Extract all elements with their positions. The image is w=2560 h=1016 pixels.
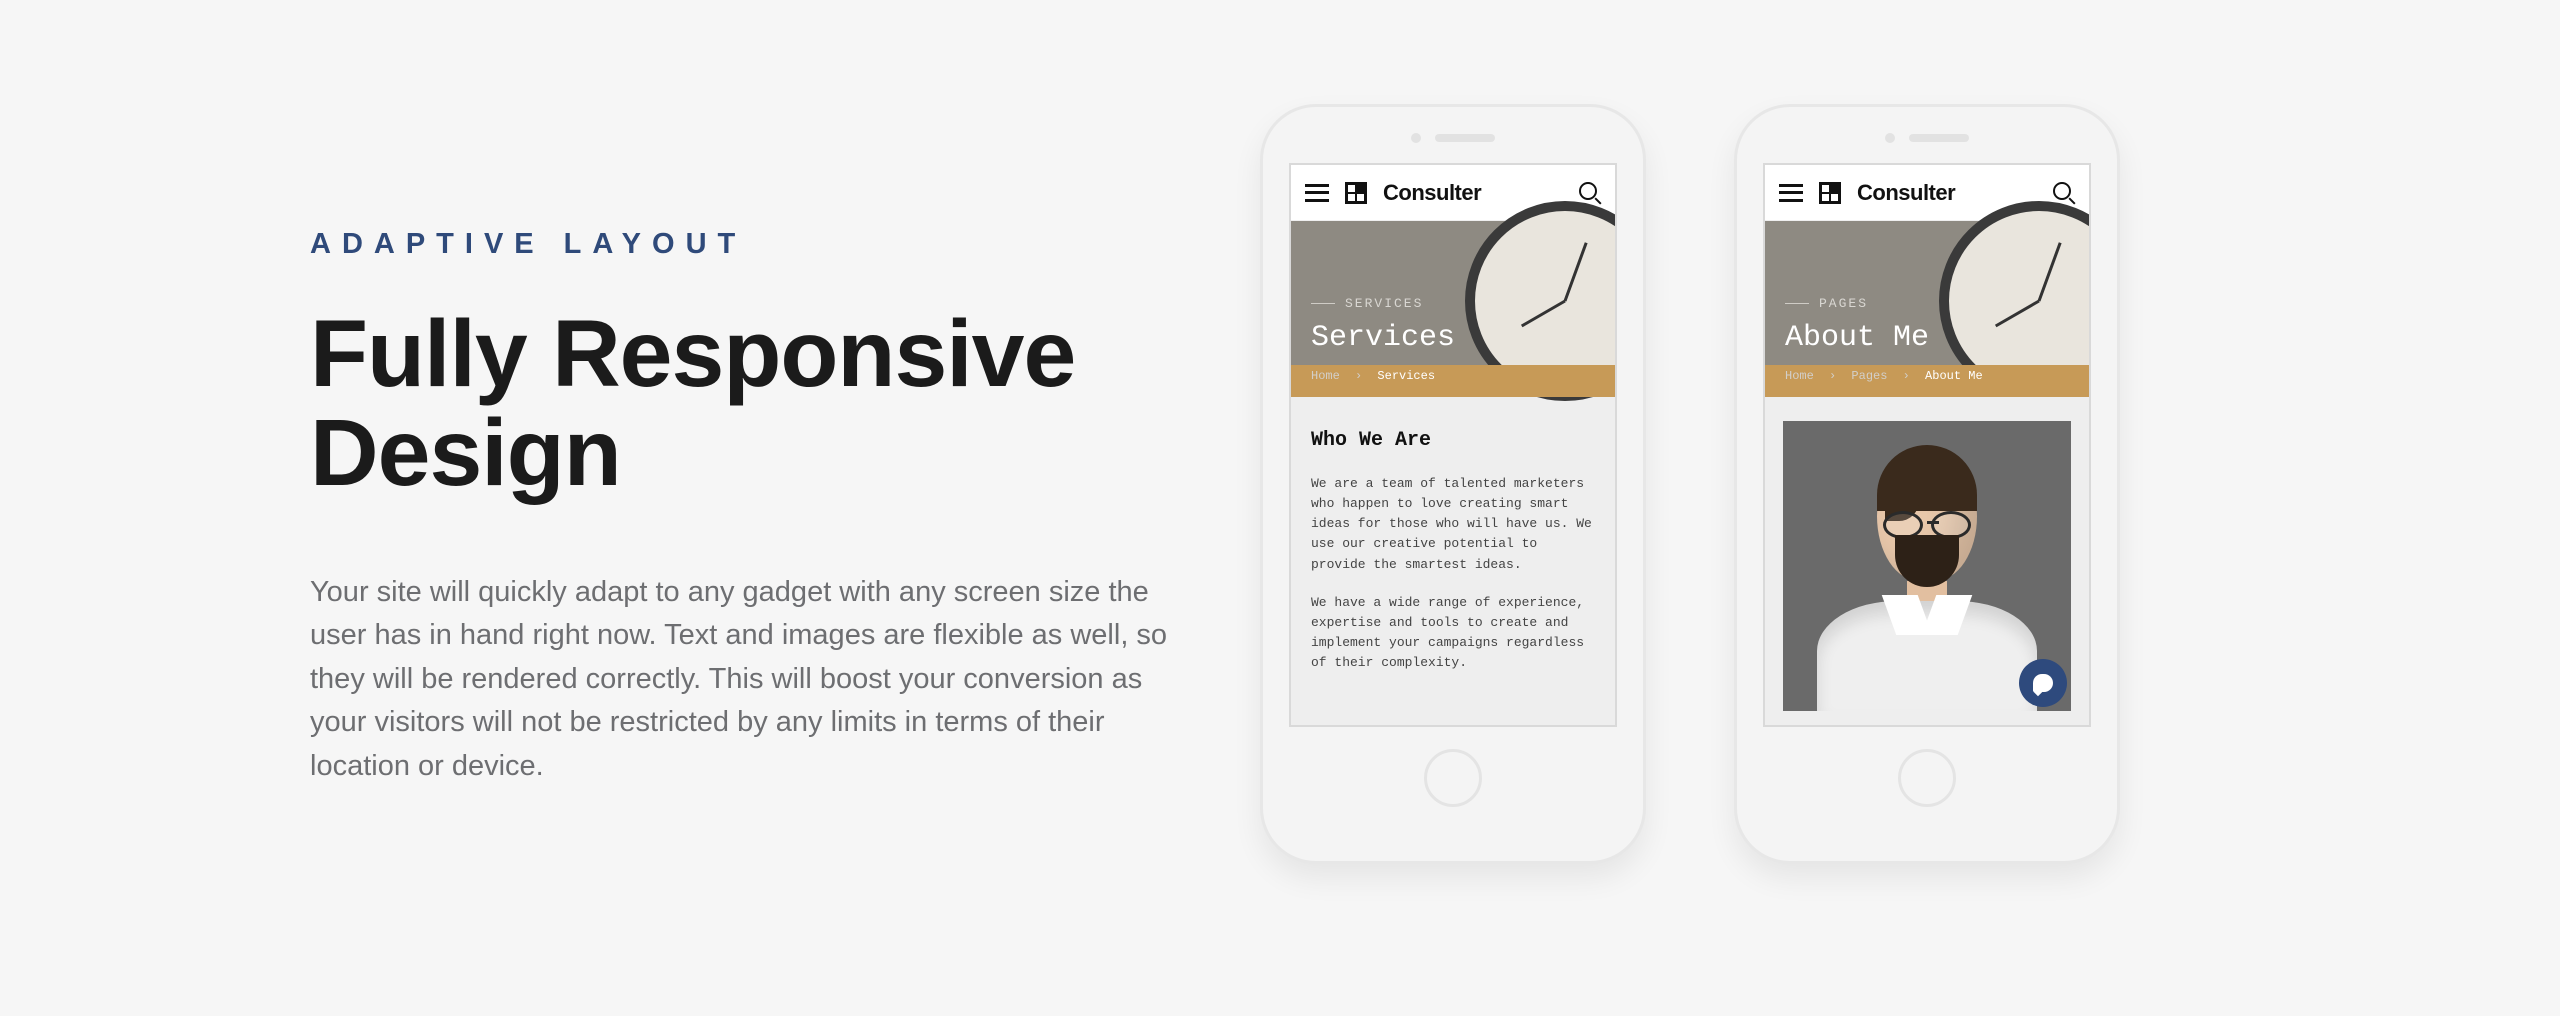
hero-title: Services: [1311, 321, 1595, 355]
crumb-home[interactable]: Home: [1785, 369, 1814, 383]
home-button[interactable]: [1898, 749, 1956, 807]
section-heading: Fully Responsive Design: [310, 305, 1210, 503]
phone-mockup-about: Consulter PAGES About Me Home › Pages ›: [1734, 104, 2120, 864]
content-area: [1765, 397, 2089, 725]
hero-banner: PAGES About Me Home › Pages › About Me: [1765, 221, 2089, 397]
phone-screen: Consulter PAGES About Me Home › Pages ›: [1763, 163, 2091, 727]
search-icon[interactable]: [1579, 182, 1601, 204]
person-illustration: [1817, 461, 2037, 711]
crumb-current: About Me: [1925, 369, 1983, 383]
content-para-1: We are a team of talented marketers who …: [1311, 474, 1595, 575]
hero-banner: SERVICES Services Home › Services: [1291, 221, 1615, 397]
section-body: Your site will quickly adapt to any gadg…: [310, 571, 1190, 789]
brand-name[interactable]: Consulter: [1383, 180, 1481, 206]
phone-speaker: [1885, 133, 1969, 143]
content-area: Who We Are We are a team of talented mar…: [1291, 397, 1615, 725]
chat-fab[interactable]: [2019, 659, 2067, 707]
menu-icon[interactable]: [1779, 184, 1803, 202]
crumb-mid[interactable]: Pages: [1851, 369, 1887, 383]
phone-mockup-services: Consulter SERVICES Services Home › Servi…: [1260, 104, 1646, 864]
hero-category: SERVICES: [1311, 296, 1595, 311]
hero-title: About Me: [1785, 321, 2069, 355]
logo-icon: [1819, 182, 1841, 204]
search-icon[interactable]: [2053, 182, 2075, 204]
logo-icon: [1345, 182, 1367, 204]
crumb-current: Services: [1377, 369, 1435, 383]
messenger-icon: [2033, 674, 2053, 692]
content-heading: Who We Are: [1311, 429, 1595, 452]
eyebrow-text: ADAPTIVE LAYOUT: [310, 228, 1210, 261]
hero-category: PAGES: [1785, 296, 2069, 311]
phone-screen: Consulter SERVICES Services Home › Servi…: [1289, 163, 1617, 727]
phone-speaker: [1411, 133, 1495, 143]
menu-icon[interactable]: [1305, 184, 1329, 202]
crumb-home[interactable]: Home: [1311, 369, 1340, 383]
content-para-2: We have a wide range of experience, expe…: [1311, 593, 1595, 674]
brand-name[interactable]: Consulter: [1857, 180, 1955, 206]
breadcrumb: Home › Pages › About Me: [1785, 369, 2069, 383]
breadcrumb: Home › Services: [1311, 369, 1595, 383]
home-button[interactable]: [1424, 749, 1482, 807]
